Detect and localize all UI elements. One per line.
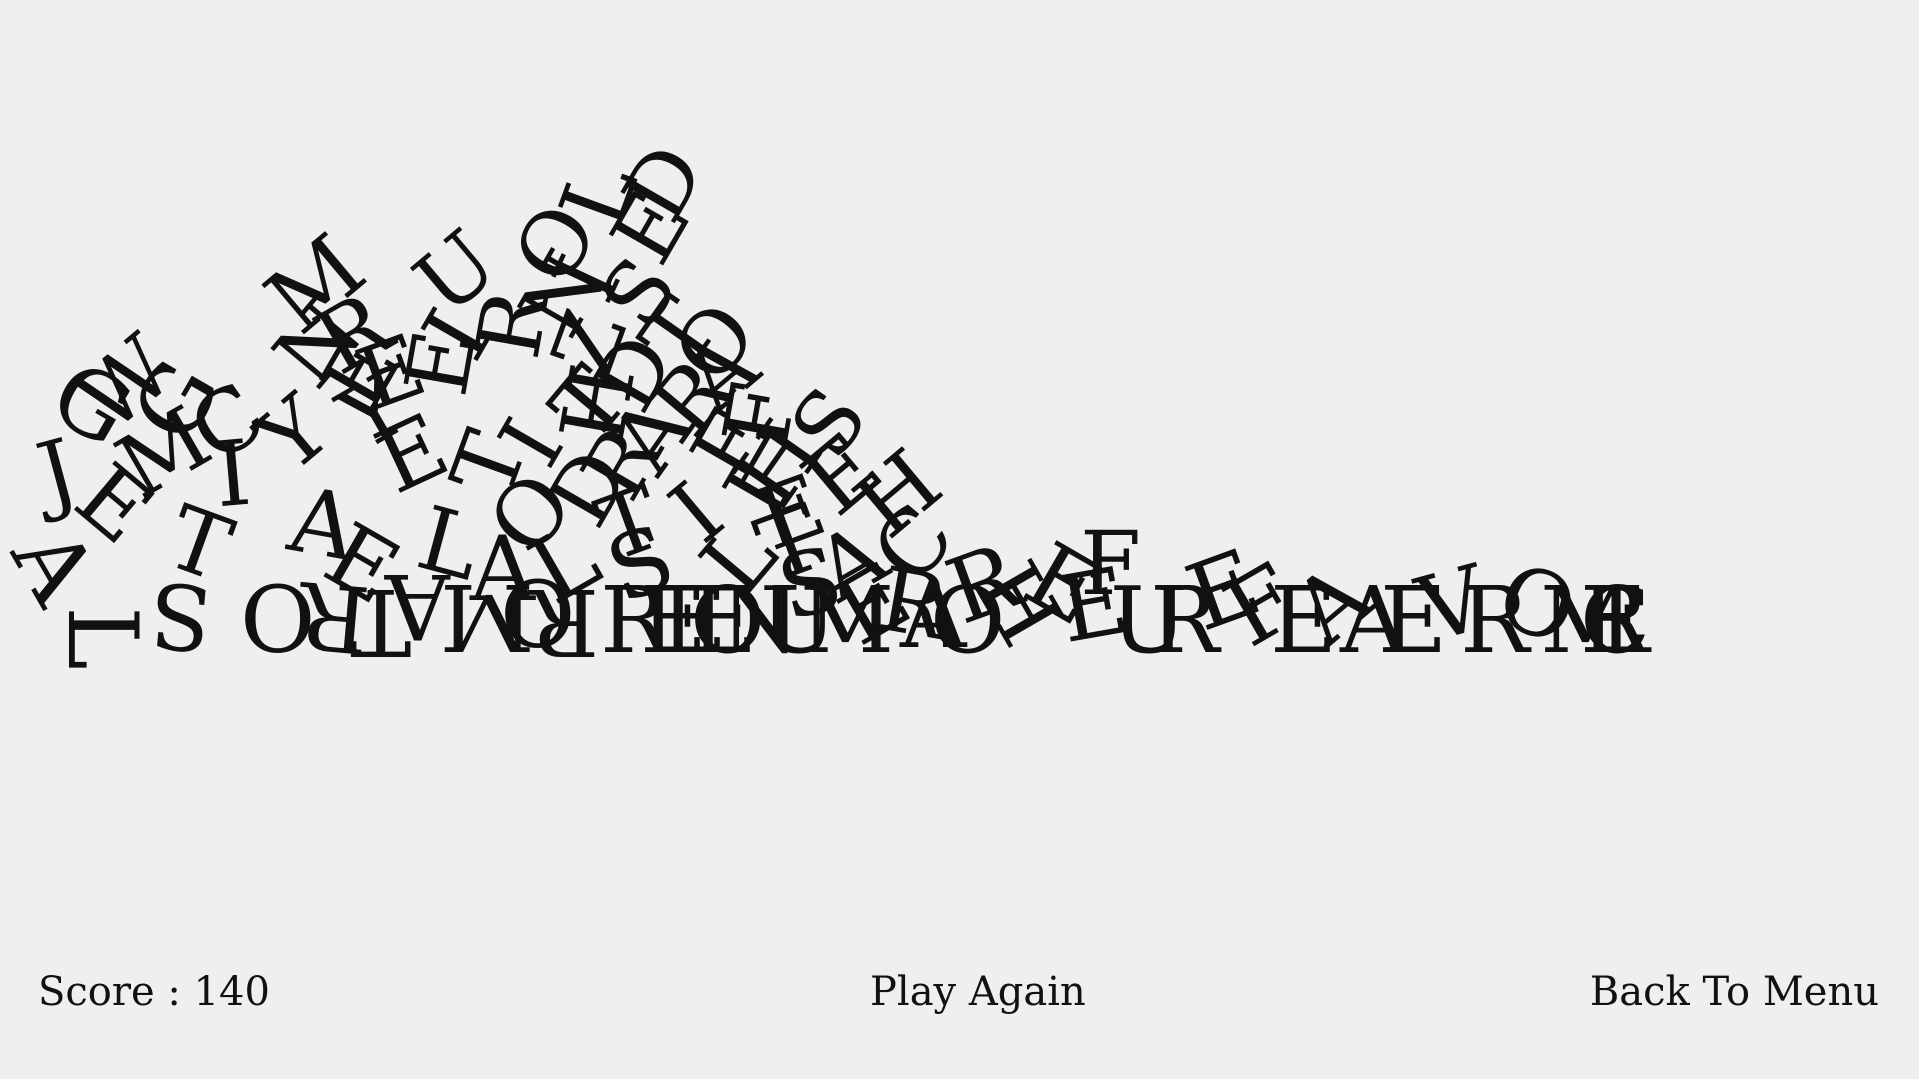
- falling-letter: C: [1580, 567, 1651, 674]
- falling-letter: L: [45, 606, 158, 670]
- score-display: Score : 140: [38, 972, 270, 1012]
- back-to-menu-button[interactable]: Back To Menu: [1590, 972, 1879, 1012]
- game-board: LAEJGWGMSTICORAYETEAYNLMAOORTILDRESTEELT…: [0, 0, 1919, 1079]
- play-again-button[interactable]: Play Again: [870, 972, 1086, 1012]
- letter-pile: LAEJGWGMSTICORAYETEAYNLMAOORTILDRESTEELT…: [0, 0, 1919, 1079]
- score-label: Score :: [38, 969, 181, 1015]
- score-value: 140: [193, 969, 270, 1015]
